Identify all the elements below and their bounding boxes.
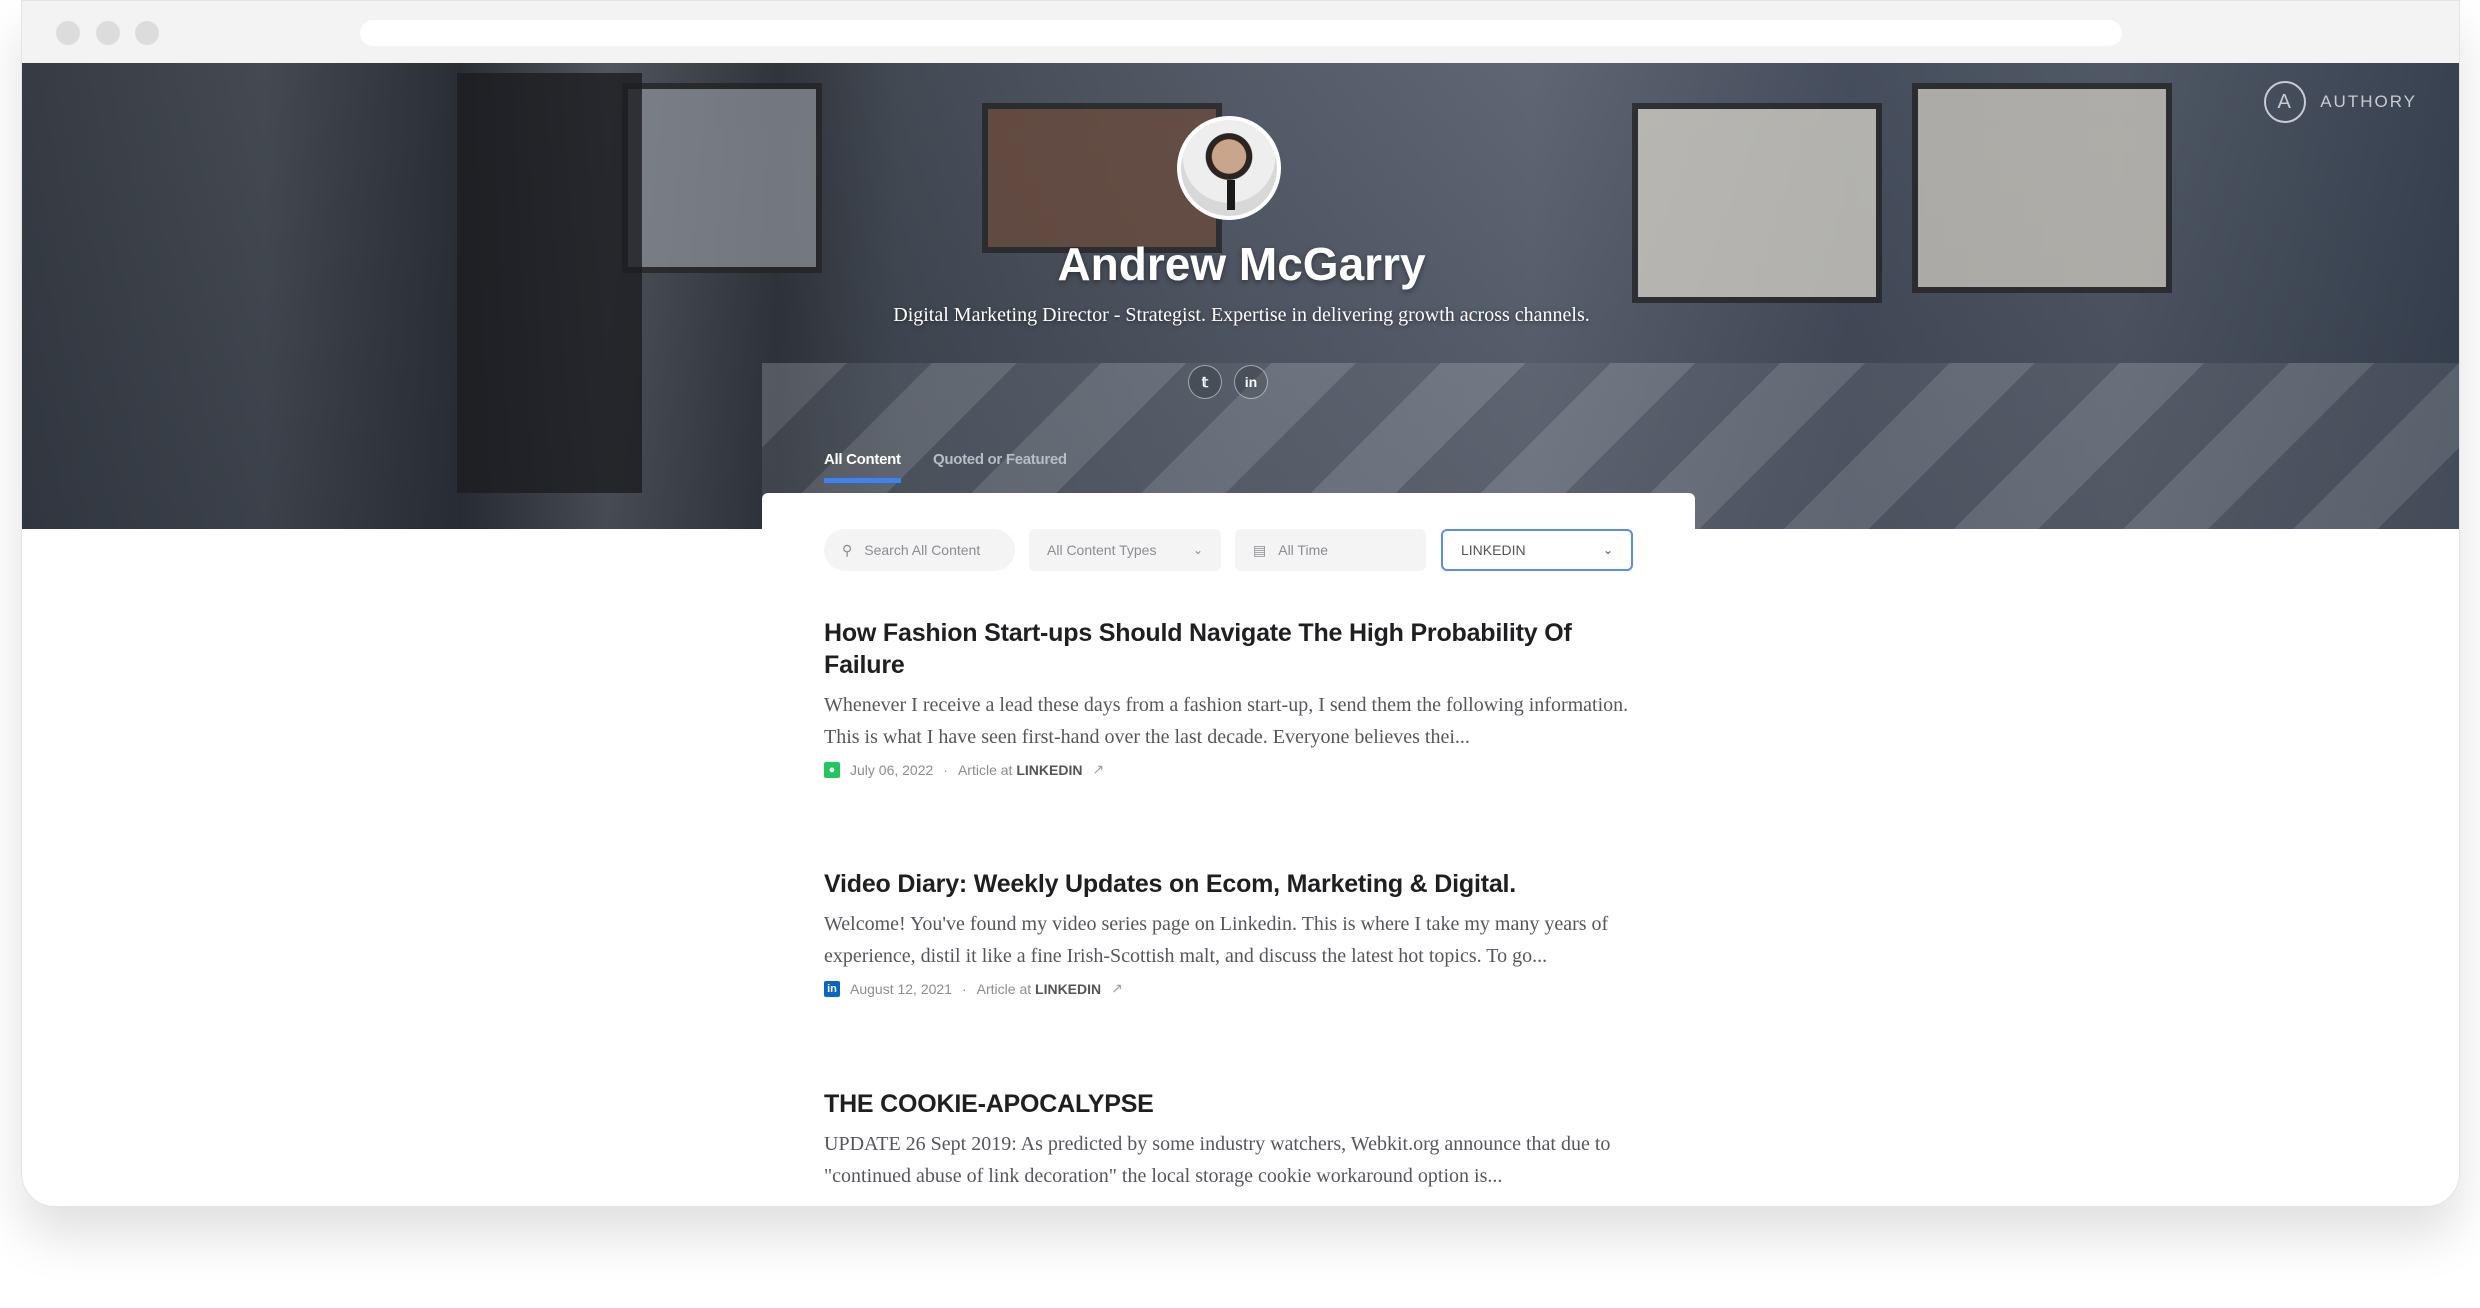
article-source: LINKEDIN [1035, 980, 1102, 997]
authory-wordmark: AUTHORY [2320, 92, 2417, 111]
article-date: August 12, 2021 [850, 980, 952, 997]
article-type: Article at [976, 980, 1032, 997]
article-item: Video Diary: Weekly Updates on Ecom, Mar… [824, 868, 1644, 997]
tab-quoted-or-featured[interactable]: Quoted or Featured [933, 451, 1067, 468]
maximize-window-button[interactable] [135, 21, 159, 45]
separator: · [943, 761, 948, 778]
avatar [1177, 116, 1281, 220]
twitter-icon[interactable]: 𝕥 [1188, 365, 1222, 399]
authory-logo-icon: A [2264, 81, 2307, 123]
title-bar [22, 1, 2459, 63]
source-value: LINKEDIN [1461, 542, 1526, 558]
article-date: July 06, 2022 [850, 761, 934, 778]
external-link-icon[interactable]: ↗ [1092, 761, 1104, 778]
authory-logo[interactable]: A AUTHORY [2264, 81, 2417, 123]
linkedin-icon[interactable]: in [1234, 365, 1268, 399]
browser-window: A AUTHORY Andrew McGarry Digital Marketi… [21, 0, 2460, 1207]
search-placeholder: Search All Content [864, 542, 981, 558]
article-meta: in August 12, 2021 · Article at LINKEDIN… [824, 980, 1644, 997]
article-meta: ● July 06, 2022 · Article at LINKEDIN ↗ [824, 761, 1644, 778]
separator: · [961, 980, 967, 997]
article-title[interactable]: How Fashion Start-ups Should Navigate Th… [824, 617, 1644, 681]
search-input[interactable]: ⚲ Search All Content [824, 529, 1015, 571]
search-icon: ⚲ [842, 541, 853, 558]
close-window-button[interactable] [56, 21, 80, 45]
time-range-value: All Time [1278, 542, 1329, 558]
content-type-select[interactable]: All Content Types ⌄ [1029, 529, 1221, 571]
profile-tagline: Digital Marketing Director - Strategist.… [893, 304, 1590, 326]
article-title[interactable]: THE COOKIE-APOCALYPSE [824, 1088, 1644, 1120]
article-title[interactable]: Video Diary: Weekly Updates on Ecom, Mar… [824, 868, 1644, 900]
calendar-icon: ▤ [1253, 541, 1267, 558]
article-item: How Fashion Start-ups Should Navigate Th… [824, 617, 1644, 778]
chevron-down-icon: ⌄ [1192, 543, 1203, 557]
minimize-window-button[interactable] [96, 21, 120, 45]
article-excerpt: Whenever I receive a lead these days fro… [824, 694, 1629, 748]
article-excerpt: Welcome! You've found my video series pa… [824, 913, 1609, 967]
source-select[interactable]: LINKEDIN ⌄ [1441, 529, 1633, 571]
article-type: Article at [957, 761, 1013, 778]
article-excerpt: UPDATE 26 Sept 2019: As predicted by som… [824, 1133, 1611, 1187]
linkedin-source-icon: in [824, 980, 840, 997]
article-item: THE COOKIE-APOCALYPSE UPDATE 26 Sept 201… [824, 1088, 1644, 1192]
tab-all-content[interactable]: All Content [824, 451, 901, 483]
chevron-down-icon: ⌄ [1602, 543, 1613, 557]
profile-name: Andrew McGarry [1057, 238, 1426, 290]
content-type-value: All Content Types [1047, 542, 1157, 558]
article-source: LINKEDIN [1016, 761, 1083, 778]
address-bar[interactable] [360, 20, 2122, 46]
time-range-select[interactable]: ▤ All Time [1235, 529, 1426, 571]
source-icon: ● [824, 761, 840, 778]
external-link-icon[interactable]: ↗ [1111, 980, 1123, 997]
